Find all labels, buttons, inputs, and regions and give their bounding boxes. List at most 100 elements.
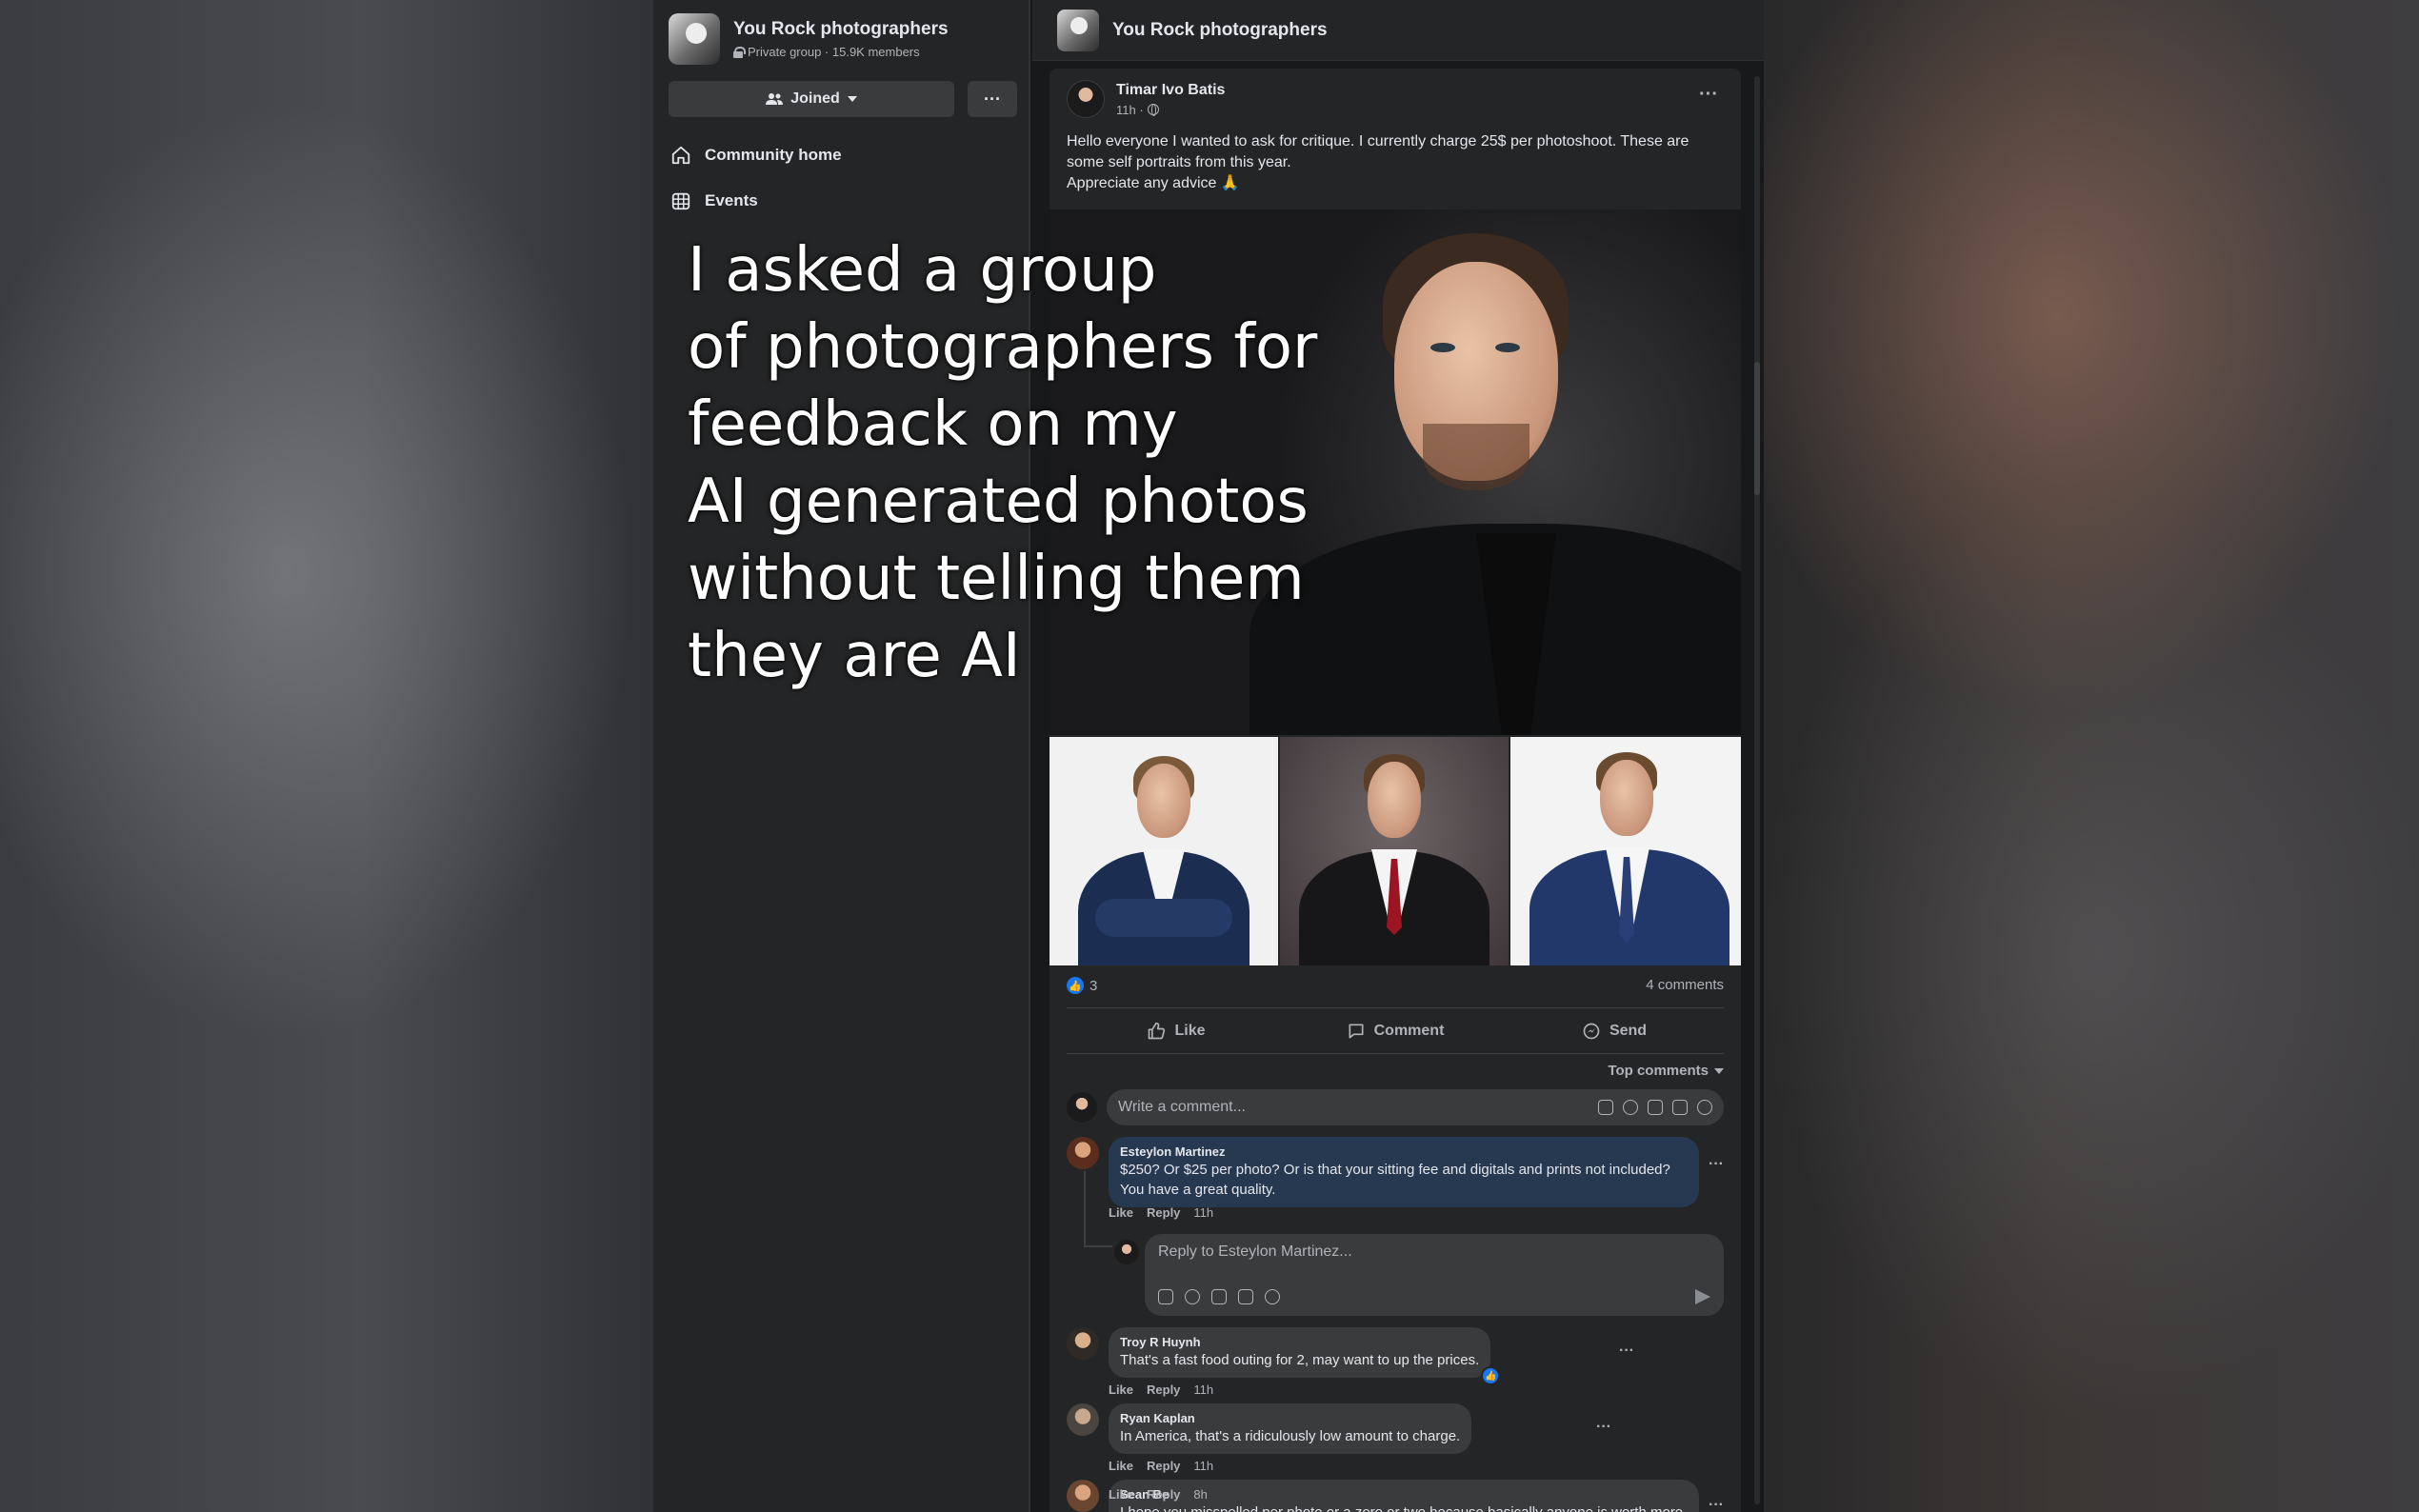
- comment-bubble: Troy R Huynh That's a fast food outing f…: [1109, 1327, 1501, 1385]
- group-name[interactable]: You Rock photographers: [733, 19, 949, 40]
- avatar[interactable]: [1067, 1480, 1099, 1512]
- comment-actions: Like Reply 11h: [1109, 1459, 1213, 1473]
- comment: Troy R Huynh That's a fast food outing f…: [1067, 1327, 1501, 1385]
- page-title[interactable]: You Rock photographers: [1112, 20, 1328, 41]
- comment-like-button[interactable]: Like: [1109, 1383, 1133, 1397]
- sidebar-item-events[interactable]: Events: [670, 190, 758, 211]
- comment-like-button[interactable]: Like: [1109, 1205, 1133, 1220]
- scrollbar[interactable]: [1754, 76, 1760, 1504]
- group-people-icon: [766, 93, 784, 105]
- comment-text: That's a fast food outing for 2, may wan…: [1120, 1352, 1480, 1368]
- reaction-summary[interactable]: 👍 3: [1067, 977, 1097, 994]
- comment-options-button[interactable]: ···: [1596, 1419, 1611, 1436]
- avatar[interactable]: [1067, 1137, 1099, 1169]
- post-options-button[interactable]: ···: [1699, 84, 1718, 106]
- comment-actions: Like Reply 8h: [1109, 1487, 1208, 1502]
- sidebar-item-label: Community home: [705, 146, 842, 164]
- emoji-icon[interactable]: [1185, 1289, 1200, 1304]
- comment-label: Comment: [1373, 1023, 1445, 1039]
- comment-like-button[interactable]: Like: [1109, 1459, 1133, 1473]
- like-button[interactable]: Like: [1067, 1009, 1286, 1053]
- post-photo-thumbnail[interactable]: [1280, 737, 1509, 965]
- globe-icon: [1147, 104, 1159, 116]
- camera-icon[interactable]: [1211, 1289, 1227, 1304]
- avatar[interactable]: [1067, 1327, 1099, 1360]
- avatar-sticker-icon[interactable]: [1598, 1100, 1613, 1115]
- home-icon: [671, 146, 690, 165]
- comment-time[interactable]: 8h: [1193, 1487, 1207, 1502]
- camera-icon[interactable]: [1648, 1100, 1663, 1115]
- reply-input[interactable]: Reply to Esteylon Martinez...: [1145, 1234, 1724, 1316]
- divider: [1067, 1007, 1724, 1008]
- send-label: Send: [1609, 1023, 1648, 1039]
- avatar[interactable]: [1067, 80, 1105, 118]
- comment-options-button[interactable]: ···: [1619, 1343, 1634, 1360]
- comment-bubble: Ryan Kaplan In America, that's a ridicul…: [1109, 1403, 1472, 1454]
- sidebar-item-community-home[interactable]: Community home: [670, 145, 842, 166]
- comment-icon: [1349, 1024, 1364, 1039]
- comment-button[interactable]: Comment: [1286, 1009, 1505, 1053]
- comment-reply-button[interactable]: Reply: [1147, 1383, 1180, 1397]
- send-button[interactable]: Send: [1505, 1009, 1724, 1053]
- author-name[interactable]: Timar Ivo Batis: [1116, 82, 1225, 99]
- comment-reply-button[interactable]: Reply: [1147, 1487, 1180, 1502]
- post-author: Timar Ivo Batis 11h ·: [1067, 80, 1225, 118]
- comment-options-button[interactable]: ···: [1709, 1497, 1724, 1512]
- comment-composer: Write a comment...: [1067, 1089, 1724, 1125]
- avatar-sticker-icon[interactable]: [1158, 1289, 1173, 1304]
- like-label: Like: [1174, 1023, 1206, 1039]
- comment-input[interactable]: Write a comment...: [1107, 1089, 1724, 1125]
- group-privacy-info: Private group · 15.9K members: [733, 45, 949, 59]
- group-avatar[interactable]: [669, 13, 720, 65]
- comment-time[interactable]: 11h: [1193, 1459, 1213, 1473]
- comment-reply-button[interactable]: Reply: [1147, 1205, 1180, 1220]
- group-avatar-small[interactable]: [1057, 9, 1099, 51]
- gif-icon[interactable]: [1238, 1289, 1253, 1304]
- calendar-icon: [671, 192, 690, 210]
- comment-input-placeholder: Write a comment...: [1118, 1099, 1246, 1115]
- scrollbar-thumb[interactable]: [1754, 362, 1760, 495]
- post-text-line: Hello everyone I wanted to ask for criti…: [1067, 133, 1689, 170]
- emoji-icon[interactable]: [1623, 1100, 1638, 1115]
- comment-author[interactable]: Ryan Kaplan: [1120, 1411, 1460, 1426]
- comment: Esteylon Martinez $250? Or $25 per photo…: [1067, 1137, 1699, 1207]
- comment-sort-dropdown[interactable]: Top comments: [1608, 1063, 1724, 1079]
- group-header[interactable]: You Rock photographers Private group · 1…: [669, 13, 949, 65]
- comment: Ryan Kaplan In America, that's a ridicul…: [1067, 1403, 1472, 1454]
- comment-options-button[interactable]: ···: [1709, 1156, 1724, 1173]
- messenger-icon: [1583, 1023, 1600, 1040]
- comment-count[interactable]: 4 comments: [1646, 977, 1724, 993]
- post-photo-thumbnail[interactable]: [1050, 737, 1278, 965]
- gif-icon[interactable]: [1672, 1100, 1688, 1115]
- send-icon[interactable]: [1695, 1289, 1710, 1304]
- comment-author[interactable]: Esteylon Martinez: [1120, 1144, 1688, 1160]
- comment-like-button[interactable]: Like: [1109, 1487, 1133, 1502]
- divider: [1067, 1053, 1724, 1054]
- sticker-icon[interactable]: [1697, 1100, 1712, 1115]
- avatar: [1114, 1240, 1139, 1264]
- reply-input-placeholder: Reply to Esteylon Martinez...: [1158, 1243, 1352, 1260]
- main-header: You Rock photographers: [1032, 0, 1764, 61]
- joined-label: Joined: [790, 90, 840, 107]
- post-photo-thumbnail[interactable]: [1510, 737, 1741, 965]
- avatar[interactable]: [1067, 1403, 1099, 1436]
- comment-time[interactable]: 11h: [1193, 1383, 1213, 1397]
- comment-author[interactable]: Troy R Huynh: [1120, 1335, 1479, 1350]
- post-text: Hello everyone I wanted to ask for criti…: [1067, 131, 1724, 194]
- group-sidebar: You Rock photographers Private group · 1…: [653, 0, 1030, 1512]
- comment-text: $250? Or $25 per photo? Or is that your …: [1120, 1162, 1670, 1198]
- like-reaction-icon: 👍: [1067, 977, 1084, 994]
- comment-reply-button[interactable]: Reply: [1147, 1459, 1180, 1473]
- thumbs-up-icon: [1149, 1022, 1166, 1040]
- sticker-icon[interactable]: [1265, 1289, 1280, 1304]
- like-reaction-icon[interactable]: 👍: [1481, 1366, 1501, 1385]
- comment-text: In America, that's a ridiculously low am…: [1120, 1428, 1461, 1444]
- comment-bubble: Esteylon Martinez $250? Or $25 per photo…: [1109, 1137, 1699, 1207]
- joined-button[interactable]: Joined: [669, 81, 954, 117]
- post-meta: 11h ·: [1116, 103, 1225, 117]
- post-time[interactable]: 11h ·: [1116, 103, 1144, 117]
- chevron-down-icon: [1714, 1067, 1724, 1074]
- group-more-button[interactable]: ···: [968, 81, 1017, 117]
- comment-time[interactable]: 11h: [1193, 1205, 1213, 1220]
- reaction-count: 3: [1090, 977, 1098, 994]
